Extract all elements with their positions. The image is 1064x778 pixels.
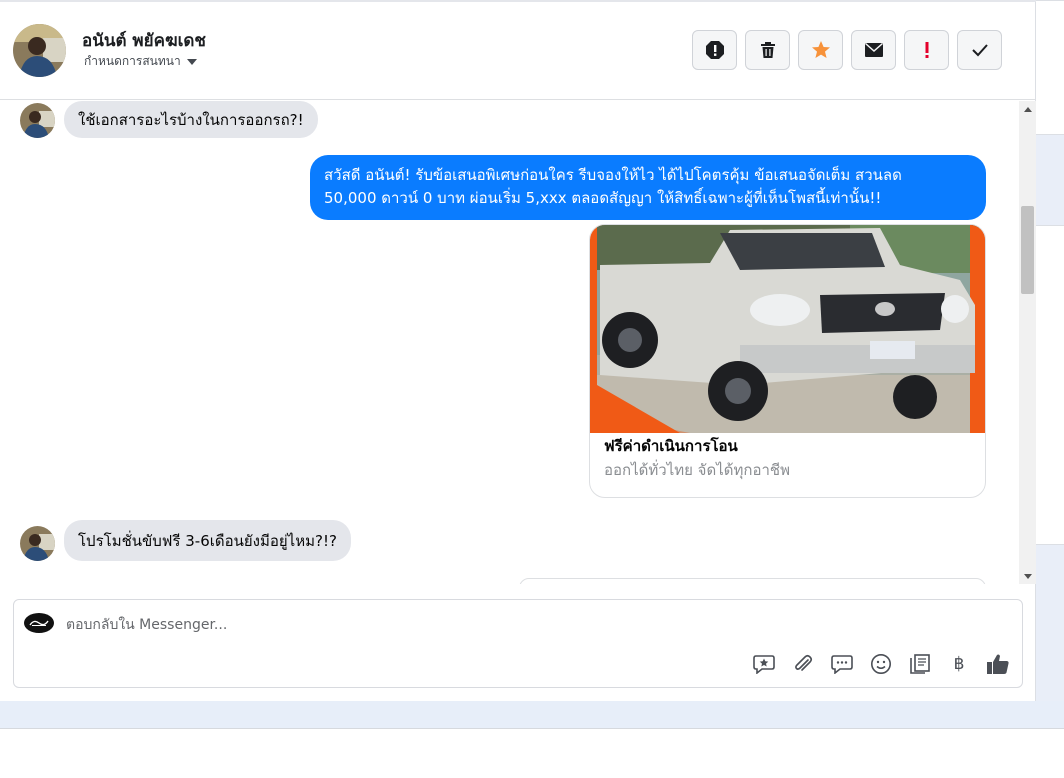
saved-reply-icon bbox=[753, 655, 775, 674]
star-icon bbox=[811, 41, 830, 58]
receipt-icon bbox=[910, 654, 930, 674]
divider bbox=[0, 728, 1064, 729]
alert-circle-icon bbox=[705, 41, 724, 59]
caret-down-icon bbox=[186, 58, 197, 65]
background-card bbox=[1036, 225, 1064, 545]
mark-spam-button[interactable] bbox=[692, 30, 737, 70]
chat-bubble-icon bbox=[831, 655, 853, 674]
contact-name: อนันต์ พยัคฆเดช bbox=[82, 31, 206, 51]
page-logo bbox=[24, 613, 54, 633]
divider bbox=[0, 0, 1036, 2]
message-bubble-incoming: ใช้เอกสารอะไรบ้างในการออกรถ?! bbox=[64, 101, 318, 138]
message-scrollbar[interactable] bbox=[1019, 101, 1036, 584]
trash-icon bbox=[760, 42, 775, 58]
baht-icon: ฿ bbox=[953, 654, 965, 674]
background-right-strip bbox=[1036, 0, 1064, 701]
background-card bbox=[1036, 0, 1064, 135]
envelope-icon bbox=[864, 42, 883, 57]
conversation-header: อนันต์ พยัคฆเดช กำหนดการสนทนา bbox=[0, 0, 1036, 100]
reply-input[interactable] bbox=[66, 614, 666, 636]
card-subtitle: ออกได้ทั่วไทย จัดได้ทุกอาชีพ bbox=[604, 461, 790, 479]
message-line: สวัสดี อนันต์! รับข้อเสนอพิเศษก่อนใคร รี… bbox=[324, 166, 902, 184]
message-list[interactable]: ใช้เอกสารอะไรบ้างในการออกรถ?! สวัสดี อนั… bbox=[0, 101, 1019, 584]
card-title: ฟรีค่าดำเนินการโอน bbox=[604, 437, 738, 455]
exclamation-icon bbox=[925, 42, 928, 58]
like-button[interactable] bbox=[986, 652, 1010, 676]
composer-toolbar: ฿ bbox=[752, 652, 1010, 676]
check-icon bbox=[971, 44, 988, 57]
conversation-panel: อนันต์ พยัคฆเดช กำหนดการสนทนา ใช้เอกสารอ… bbox=[0, 0, 1036, 701]
thumbs-up-icon bbox=[987, 654, 1009, 674]
message-line: 50,000 ดาวน์ 0 บาท ผ่อนเริ่ม 5,xxx ตลอดส… bbox=[324, 189, 882, 207]
payment-button[interactable]: ฿ bbox=[947, 652, 971, 676]
scroll-thumb[interactable] bbox=[1021, 206, 1034, 294]
star-button[interactable] bbox=[798, 30, 843, 70]
truck-photo bbox=[590, 225, 985, 433]
invoice-button[interactable] bbox=[908, 652, 932, 676]
mark-unread-button[interactable] bbox=[851, 30, 896, 70]
header-actions bbox=[692, 30, 1002, 70]
contact-avatar[interactable] bbox=[13, 24, 66, 77]
assign-conversation-dropdown[interactable]: กำหนดการสนทนา bbox=[84, 52, 197, 71]
mark-done-button[interactable] bbox=[957, 30, 1002, 70]
contact-avatar-small bbox=[20, 526, 55, 561]
scroll-up-arrow-icon[interactable] bbox=[1019, 103, 1036, 115]
saved-reply-button[interactable] bbox=[752, 652, 776, 676]
reply-composer: ฿ bbox=[13, 599, 1023, 688]
scroll-down-arrow-icon[interactable] bbox=[1019, 570, 1036, 582]
attachment-card[interactable]: ฟรีค่าดำเนินการโอน ออกได้ทั่วไทย จัดได้ท… bbox=[589, 224, 986, 498]
quick-replies-button[interactable] bbox=[830, 652, 854, 676]
emoji-button[interactable] bbox=[869, 652, 893, 676]
paperclip-icon bbox=[795, 654, 813, 671]
message-bubble-incoming: โปรโมชั่นขับฟรี 3-6เดือนยังมีอยู่ไหม?!? bbox=[64, 520, 351, 561]
attachment-card[interactable] bbox=[519, 578, 986, 584]
delete-button[interactable] bbox=[745, 30, 790, 70]
follow-up-button[interactable] bbox=[904, 30, 949, 70]
contact-avatar-small bbox=[20, 103, 55, 138]
smiley-icon bbox=[871, 654, 891, 674]
background-strip bbox=[0, 701, 1064, 729]
message-bubble-outgoing: สวัสดี อนันต์! รับข้อเสนอพิเศษก่อนใคร รี… bbox=[310, 155, 986, 220]
assign-label: กำหนดการสนทนา bbox=[84, 54, 181, 68]
attach-button[interactable] bbox=[791, 652, 815, 676]
